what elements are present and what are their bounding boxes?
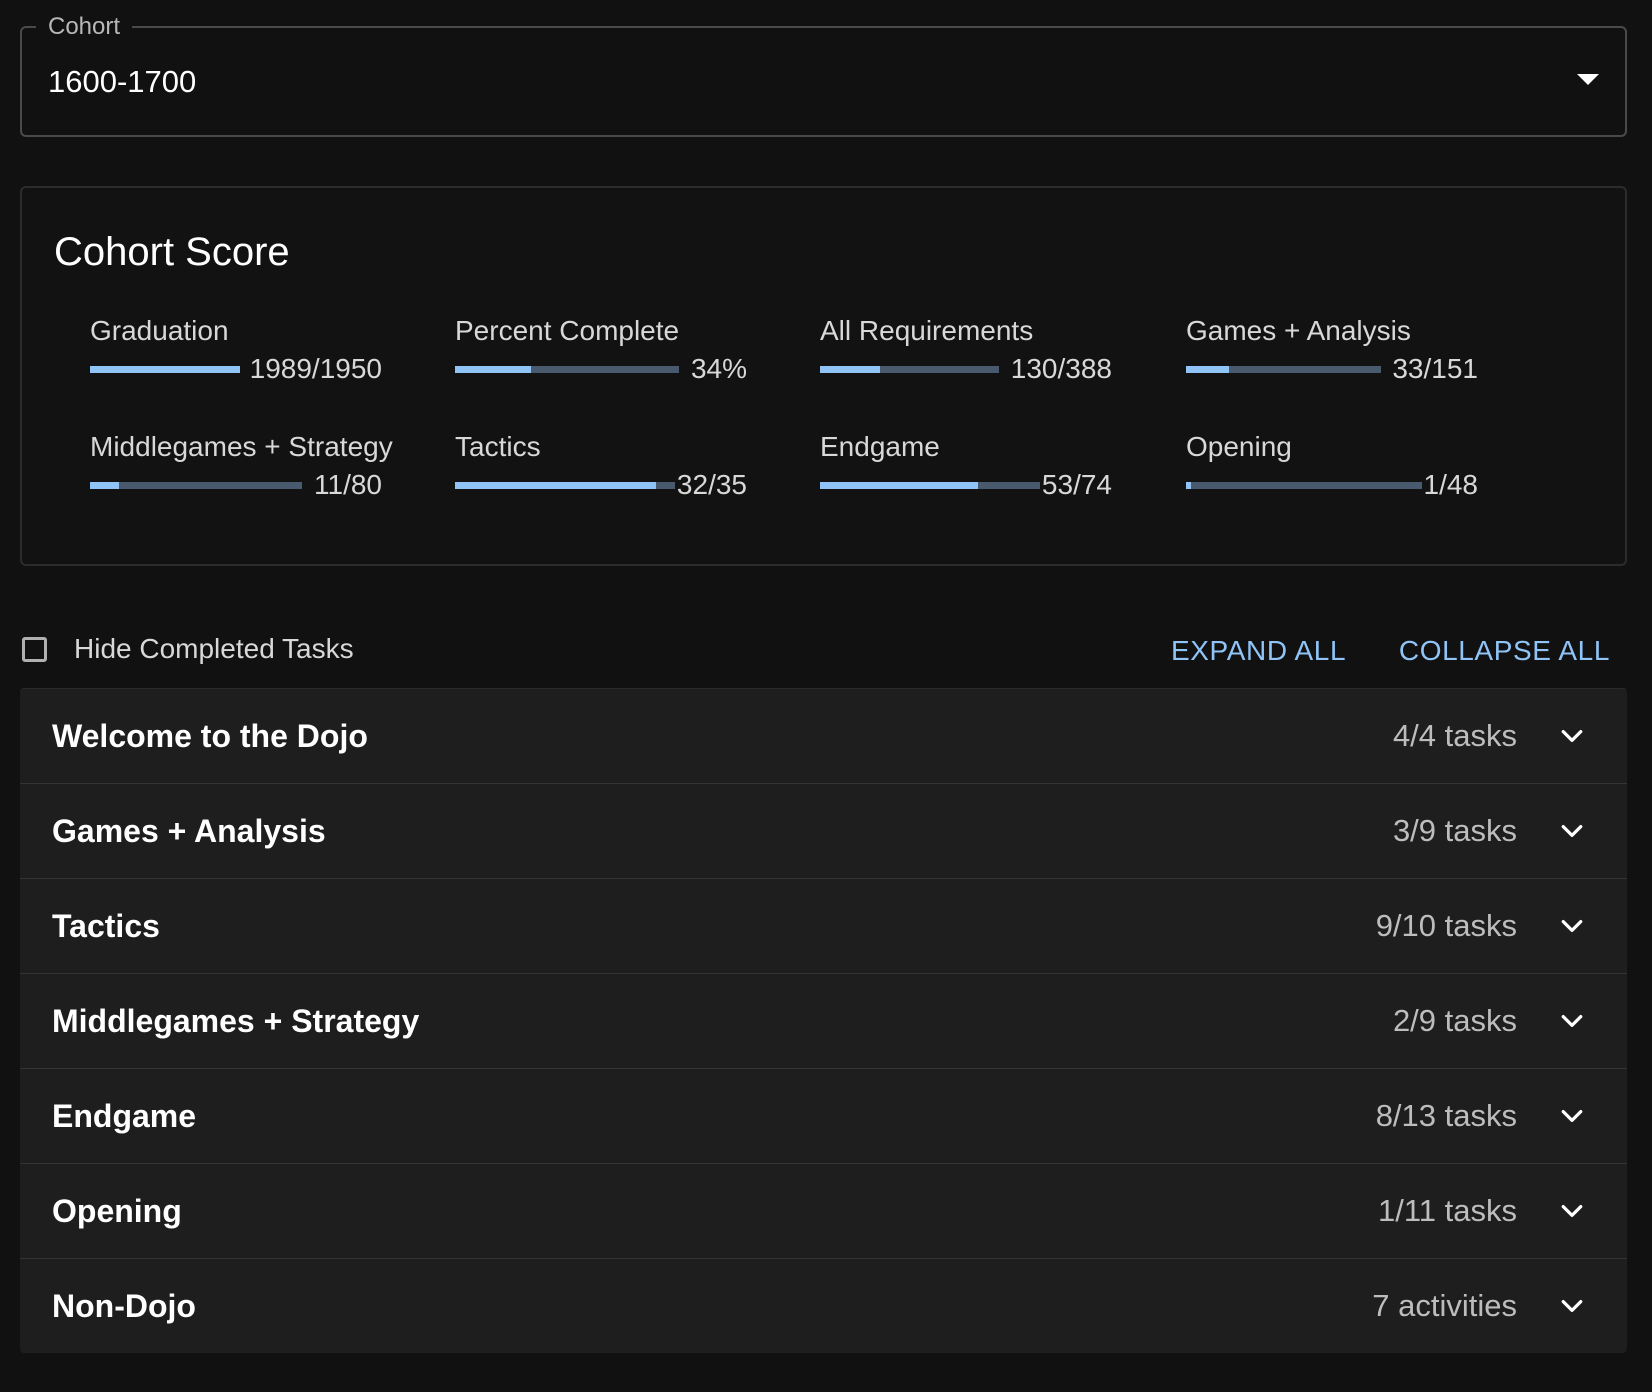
- stat-progress-bar: [455, 482, 675, 489]
- hide-completed-label[interactable]: Hide Completed Tasks: [74, 632, 354, 666]
- section-games-analysis[interactable]: Games + Analysis 3/9 tasks: [20, 783, 1627, 878]
- chevron-down-icon[interactable]: [1557, 1291, 1587, 1321]
- section-opening[interactable]: Opening 1/11 tasks: [20, 1163, 1627, 1258]
- stat-value: 11/80: [314, 469, 382, 500]
- stat-progress-bar: [90, 366, 240, 373]
- collapse-all-button[interactable]: COLLAPSE ALL: [1399, 634, 1610, 668]
- stat-value: 1/48: [1423, 469, 1479, 500]
- stat-progress-bar: [820, 366, 999, 373]
- stat-progress-fill: [820, 482, 978, 489]
- stat-progress-fill: [455, 366, 532, 373]
- stat-opening: Opening 1/48: [1186, 430, 1478, 510]
- section-endgame[interactable]: Endgame 8/13 tasks: [20, 1068, 1627, 1163]
- stat-value: 130/388: [1010, 353, 1112, 384]
- cohort-score-card: Cohort Score Graduation 1989/1950 Percen…: [20, 186, 1627, 566]
- stat-label: Opening: [1186, 431, 1292, 462]
- chevron-down-icon[interactable]: [1557, 816, 1587, 846]
- chevron-down-icon[interactable]: [1557, 721, 1587, 751]
- caret-down-icon[interactable]: [1577, 74, 1599, 85]
- section-task-count: 8/13 tasks: [1375, 1098, 1517, 1133]
- cohort-value: 1600-1700: [48, 64, 197, 99]
- section-tactics[interactable]: Tactics 9/10 tasks: [20, 878, 1627, 973]
- section-title: Opening: [52, 1193, 182, 1229]
- stat-value: 33/151: [1392, 353, 1478, 384]
- section-task-count: 3/9 tasks: [1392, 813, 1517, 848]
- stat-label: Endgame: [820, 431, 940, 462]
- hide-completed-checkbox[interactable]: [22, 637, 47, 662]
- chevron-down-icon[interactable]: [1557, 1101, 1587, 1131]
- stat-label: Middlegames + Strategy: [90, 431, 393, 462]
- stat-all-requirements: All Requirements 130/388: [820, 314, 1112, 394]
- section-title: Welcome to the Dojo: [52, 718, 368, 754]
- stat-value: 34%: [690, 353, 747, 384]
- stat-progress-bar: [1186, 482, 1422, 489]
- stat-progress-bar: [455, 366, 679, 373]
- expand-all-button[interactable]: EXPAND ALL: [1171, 634, 1346, 668]
- stat-graduation: Graduation 1989/1950: [90, 314, 382, 394]
- chevron-down-icon[interactable]: [1557, 1196, 1587, 1226]
- stat-label: All Requirements: [820, 315, 1034, 346]
- stat-progress-fill: [90, 366, 240, 373]
- cohort-select[interactable]: Cohort 1600-1700: [20, 12, 1627, 137]
- cohort-score-title: Cohort Score: [54, 230, 290, 274]
- stat-games-analysis: Games + Analysis 33/151: [1186, 314, 1478, 394]
- chevron-down-icon[interactable]: [1557, 911, 1587, 941]
- section-activity-count: 7 activities: [1372, 1288, 1517, 1323]
- stat-progress-fill: [1186, 482, 1191, 489]
- stat-value: 53/74: [1041, 469, 1112, 500]
- stat-progress-fill: [820, 366, 880, 373]
- section-title: Tactics: [52, 908, 160, 944]
- stat-label: Graduation: [90, 315, 229, 346]
- stat-label: Games + Analysis: [1186, 315, 1411, 346]
- section-title: Games + Analysis: [52, 813, 326, 849]
- stat-tactics: Tactics 32/35: [455, 430, 747, 510]
- stat-progress-fill: [1186, 366, 1229, 373]
- stat-percent-complete: Percent Complete 34%: [455, 314, 747, 394]
- requirement-sections: Welcome to the Dojo 4/4 tasks Games + An…: [20, 688, 1627, 1353]
- section-middlegames-strategy[interactable]: Middlegames + Strategy 2/9 tasks: [20, 973, 1627, 1068]
- section-task-count: 9/10 tasks: [1375, 908, 1517, 943]
- stat-value: 32/35: [676, 469, 747, 500]
- section-task-count: 4/4 tasks: [1392, 718, 1517, 753]
- chevron-down-icon[interactable]: [1557, 1006, 1587, 1036]
- section-task-count: 1/11 tasks: [1377, 1193, 1517, 1228]
- section-title: Middlegames + Strategy: [52, 1003, 420, 1039]
- section-title: Endgame: [52, 1098, 197, 1134]
- stat-progress-bar: [90, 482, 302, 489]
- section-title: Non-Dojo: [52, 1288, 196, 1324]
- stat-progress-bar: [1186, 366, 1381, 373]
- section-task-count: 2/9 tasks: [1392, 1003, 1517, 1038]
- section-welcome-to-the-dojo[interactable]: Welcome to the Dojo 4/4 tasks: [20, 688, 1627, 783]
- task-controls: Hide Completed Tasks EXPAND ALL COLLAPSE…: [20, 628, 1627, 672]
- stat-middlegames-strategy: Middlegames + Strategy 11/80: [90, 430, 393, 510]
- section-non-dojo[interactable]: Non-Dojo 7 activities: [20, 1258, 1627, 1353]
- cohort-label: Cohort: [36, 12, 133, 42]
- stat-label: Tactics: [455, 431, 541, 462]
- stat-progress-fill: [455, 482, 657, 489]
- stat-progress-bar: [820, 482, 1040, 489]
- stat-endgame: Endgame 53/74: [820, 430, 1112, 510]
- stat-progress-fill: [90, 482, 120, 489]
- stat-value: 1989/1950: [249, 353, 382, 384]
- stat-label: Percent Complete: [455, 315, 680, 346]
